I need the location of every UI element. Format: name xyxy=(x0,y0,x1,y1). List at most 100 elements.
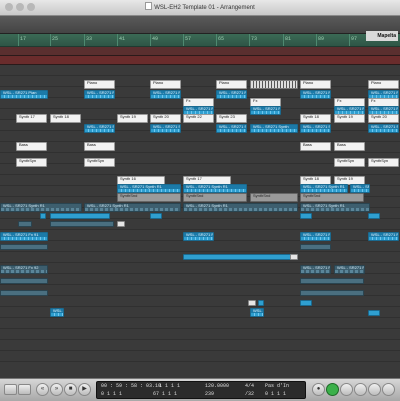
region-small[interactable] xyxy=(368,213,380,219)
region-piano[interactable]: Piano xyxy=(216,80,247,89)
locator-right: 67 1 1 1 xyxy=(153,391,178,397)
track-lane-divider xyxy=(0,361,400,362)
region-synth-midi[interactable]: WSL - SR271 Synth xyxy=(368,124,399,133)
region-small[interactable] xyxy=(300,290,364,296)
region-small[interactable] xyxy=(248,300,256,306)
region-small[interactable] xyxy=(50,221,114,227)
region-synth-midi[interactable]: WSL - SR271 Synth R1 xyxy=(350,184,370,193)
region-synth[interactable]: Synth 23 xyxy=(216,114,247,123)
region-synth[interactable]: Synth 17 xyxy=(16,114,47,123)
region-synthsyn[interactable]: SynthSyn xyxy=(84,158,115,167)
solo-button[interactable] xyxy=(354,383,367,396)
region-synth-midi[interactable]: WSL - SR271 Synth R1 xyxy=(117,184,181,193)
region-fx-midi[interactable]: WSL - SR271 Fx xyxy=(250,106,281,115)
ruler-tick: 41 xyxy=(119,36,126,42)
region-fx-midi[interactable]: WSL - SR271 Fx 91 xyxy=(368,232,399,241)
region-small[interactable] xyxy=(290,254,298,260)
time-signature[interactable]: 4/4 xyxy=(245,383,254,389)
region-synth-midi[interactable]: WSL - SR271 Synth R1 xyxy=(183,184,247,193)
ruler-line xyxy=(117,34,118,46)
track-lane-divider xyxy=(0,229,400,230)
record-button[interactable]: ● xyxy=(312,383,325,396)
region-synthsnd[interactable]: SynthSnd xyxy=(117,193,181,202)
region-synth-midi[interactable]: WSL - SR271 Synth xyxy=(216,124,247,133)
play-button[interactable]: ▶ xyxy=(78,383,91,396)
region-small[interactable] xyxy=(50,213,110,219)
region-piano[interactable]: Piano xyxy=(150,80,181,89)
track-lane-divider xyxy=(0,152,400,153)
transport-options-button[interactable] xyxy=(18,384,31,395)
region-small[interactable] xyxy=(0,278,48,284)
marker-label[interactable]: Mapelta xyxy=(366,31,398,41)
region-piano-notes[interactable] xyxy=(250,80,298,89)
region-piano-midi[interactable]: WSL - SR271 Pian xyxy=(216,90,247,99)
marker-track[interactable] xyxy=(0,47,400,56)
region-small[interactable] xyxy=(368,310,380,316)
region-piano-midi[interactable]: WSL - SR271 Pian xyxy=(84,90,115,99)
region-small[interactable] xyxy=(300,244,331,250)
region-synthsyn[interactable]: SynthSyn xyxy=(368,158,399,167)
stop-button[interactable]: ■ xyxy=(64,383,77,396)
rewind-button[interactable]: « xyxy=(36,383,49,396)
region-synth[interactable]: Synth 18 xyxy=(300,114,331,123)
cycle-button[interactable] xyxy=(326,383,339,396)
region-synth[interactable]: Synth 18 xyxy=(50,114,81,123)
region-synthsnd[interactable]: SynthSnd xyxy=(250,193,298,202)
region-synth-loop[interactable]: WSL - SR271 Synth R1 xyxy=(0,203,82,212)
region-fx-midi[interactable]: WSL - SR271 Fx 91 xyxy=(183,232,214,241)
region-synth[interactable]: Synth 19 xyxy=(117,114,148,123)
tempo-display[interactable]: 120.0000 xyxy=(205,383,229,389)
region-synth-loop[interactable]: WSL - SR271 Synth R1 xyxy=(300,203,370,212)
region-synth-loop[interactable]: WSL - SR271 Synth R1 xyxy=(183,203,298,212)
region-piano-midi[interactable]: WSL - SR271 Pian xyxy=(300,90,331,99)
region-synthsnd[interactable]: SynthSnd xyxy=(183,193,247,202)
region-small[interactable] xyxy=(18,221,32,227)
region-fx-dark[interactable]: WSL - SR271 Fx 92 xyxy=(334,265,365,274)
region-synth[interactable]: Synth 22 xyxy=(183,114,214,123)
region-synth-midi[interactable]: WSL - SR271 Synth xyxy=(300,124,331,133)
region-small[interactable] xyxy=(183,254,298,260)
region-fx-dark[interactable]: WSL - SR271 Fx 92 xyxy=(0,265,48,274)
region-small[interactable] xyxy=(0,244,48,250)
region-piano[interactable]: Piano xyxy=(84,80,115,89)
region-bass[interactable]: Bass xyxy=(84,142,115,151)
region-pad[interactable]: WSL - SR271 Pad xyxy=(250,308,264,317)
region-bass[interactable]: Bass xyxy=(300,142,331,151)
region-synth-loop[interactable]: WSL - SR271 Synth R1 xyxy=(84,203,181,212)
region-fx-midi[interactable]: WSL - SR271 Fx 91 xyxy=(300,232,331,241)
transport-menu-button[interactable] xyxy=(4,384,17,395)
marker-track-2[interactable] xyxy=(0,56,400,65)
punch-button[interactable] xyxy=(382,383,395,396)
region-synth-midi[interactable]: WSL - SR271 Synth xyxy=(84,124,115,133)
region-small[interactable] xyxy=(150,213,162,219)
bar-ruler[interactable]: 17 25 33 41 49 57 65 73 81 89 97 xyxy=(0,34,400,47)
region-bass[interactable]: Bass xyxy=(334,142,365,151)
metronome-button[interactable] xyxy=(340,383,353,396)
region-synthsnd[interactable]: SynthSnd xyxy=(300,193,364,202)
region-pad[interactable]: WSL - SR271 Pad xyxy=(50,308,64,317)
region-piano[interactable]: Piano xyxy=(368,80,399,89)
region-synth[interactable]: Synth 19 xyxy=(334,114,365,123)
region-piano[interactable]: Piano xyxy=(300,80,331,89)
region-small[interactable] xyxy=(40,213,46,219)
region-small[interactable] xyxy=(300,213,312,219)
region-small[interactable] xyxy=(258,300,264,306)
region-bass[interactable]: Bass xyxy=(16,142,47,151)
region-piano-midi[interactable]: WSL - SR271 Pian xyxy=(0,90,48,99)
region-fx-dark[interactable]: WSL - SR271 Fx 92 xyxy=(300,265,331,274)
region-synth[interactable]: Synth 20 xyxy=(368,114,399,123)
forward-button[interactable]: » xyxy=(50,383,63,396)
region-small[interactable] xyxy=(117,221,125,227)
region-synthsyn[interactable]: SynthSyn xyxy=(334,158,365,167)
region-synthsyn[interactable]: SynthSyn xyxy=(16,158,47,167)
region-fx-midi[interactable]: WSL - SR271 Fx 91 xyxy=(0,232,48,241)
region-small[interactable] xyxy=(300,278,364,284)
region-piano-midi[interactable]: WSL - SR271 Pian xyxy=(150,90,181,99)
sync-button[interactable] xyxy=(368,383,381,396)
region-synth-midi[interactable]: WSL - SR271 Synth R1 xyxy=(300,184,348,193)
region-small[interactable] xyxy=(0,290,48,296)
region-synth-midi[interactable]: WSL - SR271 Synth xyxy=(250,124,298,133)
region-synth[interactable]: Synth 20 xyxy=(150,114,181,123)
region-small[interactable] xyxy=(300,300,312,306)
region-synth-midi[interactable]: WSL - SR271 Synth xyxy=(150,124,181,133)
